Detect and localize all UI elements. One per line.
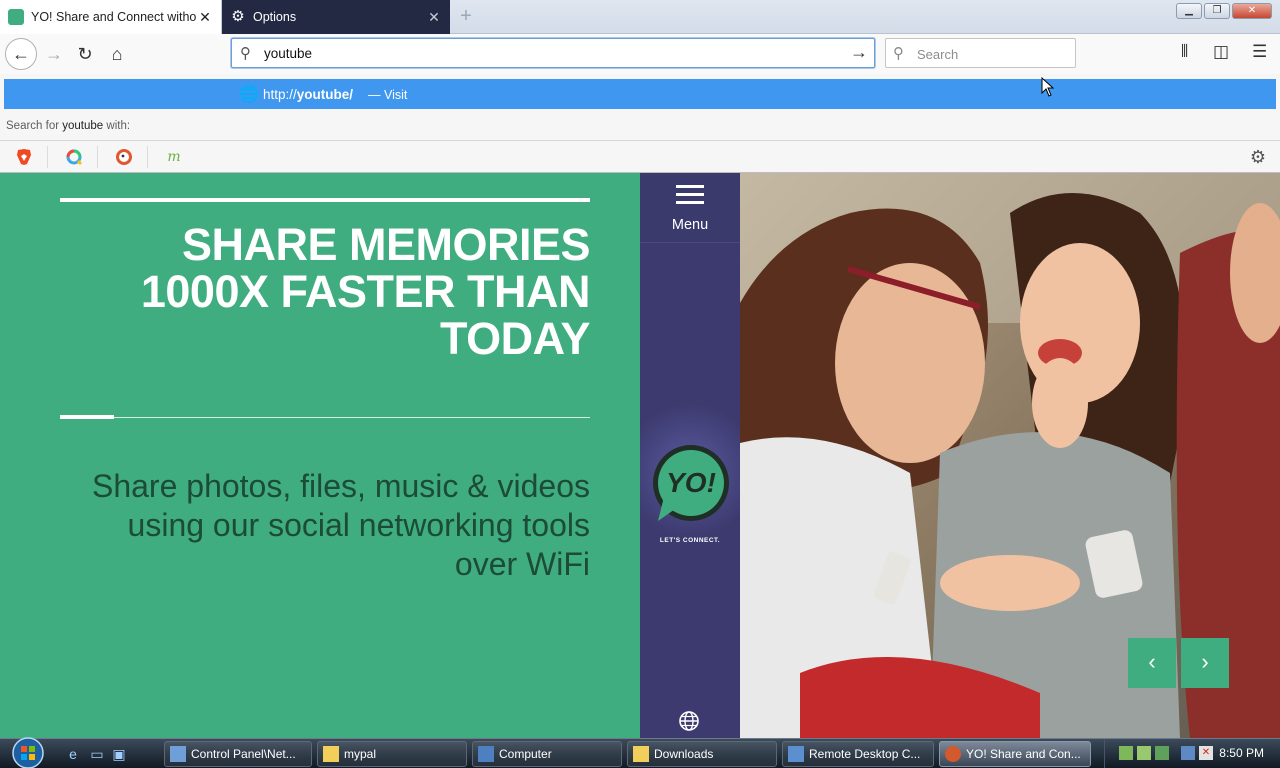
headline-line: SHARE MEMORIES	[181, 219, 591, 270]
brave-search-icon[interactable]	[0, 146, 48, 168]
mouse-cursor-icon	[1041, 77, 1055, 97]
suggestion-row[interactable]: 🌐 http://youtube/ — Visit	[4, 79, 1276, 109]
search-icon: ⚲	[240, 45, 251, 62]
desktop-quicklaunch-icon[interactable]: ▭	[88, 745, 106, 763]
tray-app-icon[interactable]	[1155, 746, 1169, 760]
switch-windows-icon[interactable]: ▣	[110, 745, 128, 763]
close-tab-icon[interactable]: ✕	[197, 9, 213, 26]
control-panel-icon	[170, 746, 186, 762]
window-controls: ▁ ❐ ✕	[1174, 3, 1272, 19]
menu-icon[interactable]: ☰	[1252, 42, 1267, 62]
go-arrow-icon[interactable]: →	[850, 42, 868, 63]
taskbar-button-mypal[interactable]: mypal	[317, 741, 467, 767]
taskbar: e ▭ ▣ Control Panel\Net... mypal Compute…	[0, 736, 1280, 768]
close-window-button[interactable]: ✕	[1232, 3, 1272, 19]
headline-line: TODAY	[439, 313, 591, 364]
tab-title: YO! Share and Connect without	[31, 10, 197, 24]
new-tab-button[interactable]: +	[456, 5, 476, 27]
library-icon[interactable]: ⫴	[1181, 42, 1188, 62]
suggestion-visit: — Visit	[368, 88, 408, 102]
hero-headline: SHARE MEMORIES 1000X FASTER THAN TODAY	[50, 219, 591, 364]
nav-bar: ← → ↻ ⌂ ⚲ youtube → ⚲ Search ⫴ ◫ ☰	[0, 34, 1280, 74]
tray-app-icon[interactable]	[1119, 746, 1133, 760]
hamburger-icon	[676, 185, 704, 209]
search-input[interactable]: Search	[917, 47, 958, 62]
subtitle-line: Share photos, files, music & videos	[91, 468, 590, 504]
headline-line: 1000X FASTER THAN	[140, 266, 591, 317]
tab-strip: YO! Share and Connect without ✕ ⚙ Option…	[0, 0, 1280, 34]
browser-icon	[945, 746, 961, 762]
computer-icon	[478, 746, 494, 762]
taskbar-button-browser[interactable]: YO! Share and Con...	[939, 741, 1091, 767]
menu-label: Menu	[671, 217, 709, 233]
search-icon: ⚲	[893, 45, 904, 62]
tab-yo[interactable]: YO! Share and Connect without ✕	[0, 0, 222, 34]
search-settings-gear-icon[interactable]: ⚙	[1250, 147, 1266, 168]
yo-favicon-icon	[8, 9, 24, 25]
taskbar-button-label: Remote Desktop C...	[809, 747, 921, 761]
mojeek-icon[interactable]: m	[150, 146, 198, 168]
search-for-label: Search for youtube with:	[6, 120, 131, 132]
hero-panel: SHARE MEMORIES 1000X FASTER THAN TODAY S…	[0, 173, 640, 738]
taskbar-button-label: YO! Share and Con...	[966, 747, 1081, 761]
forward-button[interactable]: →	[40, 40, 68, 68]
close-tab-icon[interactable]: ✕	[426, 9, 442, 26]
taskbar-button-label: mypal	[344, 747, 377, 761]
back-button[interactable]: ←	[5, 38, 37, 70]
divider	[60, 417, 590, 418]
remote-desktop-icon	[788, 746, 804, 762]
taskbar-button-control-panel[interactable]: Control Panel\Net...	[164, 741, 312, 767]
start-button[interactable]	[8, 736, 48, 768]
logo-text: YO!	[666, 467, 716, 498]
hero-subtitle: Share photos, files, music & videos usin…	[50, 467, 590, 584]
minimize-button[interactable]: ▁	[1176, 3, 1202, 19]
qwant-icon[interactable]	[50, 146, 98, 168]
taskbar-button-label: Downloads	[654, 747, 714, 761]
system-tray: ✕ 8:50 PM	[1104, 739, 1280, 768]
search-engines: m ⚙	[0, 140, 1280, 173]
home-button[interactable]: ⌂	[103, 40, 131, 68]
network-icon[interactable]	[1181, 746, 1195, 760]
subtitle-line: using our social networking tools	[127, 507, 590, 543]
duckduckgo-icon[interactable]	[100, 146, 148, 168]
search-bar[interactable]: ⚲ Search	[885, 38, 1076, 68]
reload-button[interactable]: ↻	[71, 40, 99, 68]
volume-muted-icon[interactable]: ✕	[1199, 746, 1213, 760]
sidebar-toggle-icon[interactable]: ◫	[1213, 42, 1229, 62]
url-input[interactable]: youtube	[264, 46, 312, 61]
yo-logo[interactable]: YO!	[650, 445, 732, 525]
tab-options[interactable]: ⚙ Options ✕	[222, 0, 450, 34]
globe-icon[interactable]	[678, 710, 700, 732]
web-page: SHARE MEMORIES 1000X FASTER THAN TODAY S…	[0, 173, 1280, 738]
clock[interactable]: 8:50 PM	[1219, 746, 1264, 760]
screen: YO! Share and Connect without ✕ ⚙ Option…	[0, 0, 1280, 768]
folder-icon	[633, 746, 649, 762]
taskbar-button-computer[interactable]: Computer	[472, 741, 622, 767]
gear-icon: ⚙	[231, 8, 245, 25]
globe-icon: 🌐	[239, 86, 259, 103]
taskbar-button-label: Control Panel\Net...	[191, 747, 296, 761]
carousel-prev-button[interactable]: ‹	[1128, 638, 1176, 688]
tab-title: Options	[253, 10, 297, 24]
divider	[60, 198, 590, 202]
ie-quicklaunch-icon[interactable]: e	[64, 745, 82, 763]
url-autocomplete-popup: 🌐 http://youtube/ — Visit Search for you…	[0, 74, 1280, 173]
menu-button[interactable]: Menu	[640, 173, 740, 243]
suggestion-url: http://youtube/	[263, 87, 354, 102]
carousel-next-button[interactable]: ›	[1181, 638, 1229, 688]
taskbar-button-label: Computer	[499, 747, 552, 761]
url-bar[interactable]: ⚲ youtube →	[231, 38, 875, 68]
subtitle-line: over WiFi	[454, 546, 590, 582]
restore-button[interactable]: ❐	[1204, 3, 1230, 19]
site-sidebar: Menu YO! LET'S CONNECT.	[640, 173, 740, 738]
taskbar-button-downloads[interactable]: Downloads	[627, 741, 777, 767]
taskbar-button-remote-desktop[interactable]: Remote Desktop C...	[782, 741, 934, 767]
tray-app-icon[interactable]	[1137, 746, 1151, 760]
folder-icon	[323, 746, 339, 762]
divider-accent	[60, 415, 114, 419]
logo-tagline: LET'S CONNECT.	[659, 537, 721, 544]
